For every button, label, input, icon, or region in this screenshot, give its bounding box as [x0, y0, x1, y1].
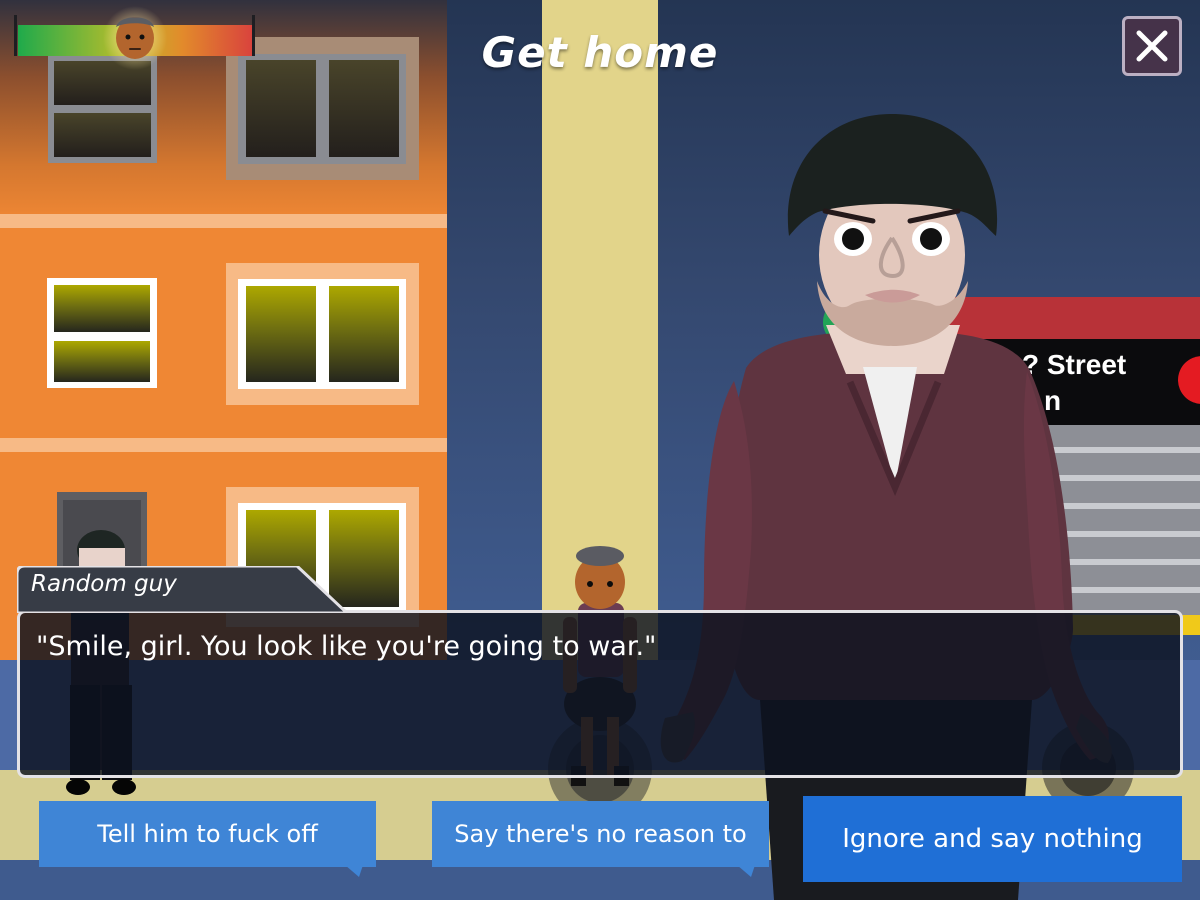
- close-button[interactable]: [1122, 16, 1182, 76]
- choice-bubble-tail: [737, 865, 755, 877]
- speaker-name: Random guy: [31, 571, 177, 597]
- choice-ignore-button[interactable]: Ignore and say nothing: [803, 796, 1182, 882]
- choice-ignore-label: Ignore and say nothing: [842, 824, 1143, 854]
- close-icon: [1136, 30, 1168, 62]
- dialog-text: "Smile, girl. You look like you're going…: [36, 631, 657, 662]
- station-sign-line-1: ? Street: [1022, 349, 1126, 380]
- choice-no-reason-label: Say there's no reason to: [454, 820, 747, 848]
- choice-bubble-tail: [345, 865, 363, 877]
- choice-tell-off-button[interactable]: Tell him to fuck off: [39, 801, 376, 867]
- choice-tell-off-label: Tell him to fuck off: [97, 820, 318, 848]
- choice-no-reason-button[interactable]: Say there's no reason to: [432, 801, 769, 867]
- station-sign-line-2: n: [1044, 385, 1061, 416]
- page-title: Get home: [481, 28, 719, 77]
